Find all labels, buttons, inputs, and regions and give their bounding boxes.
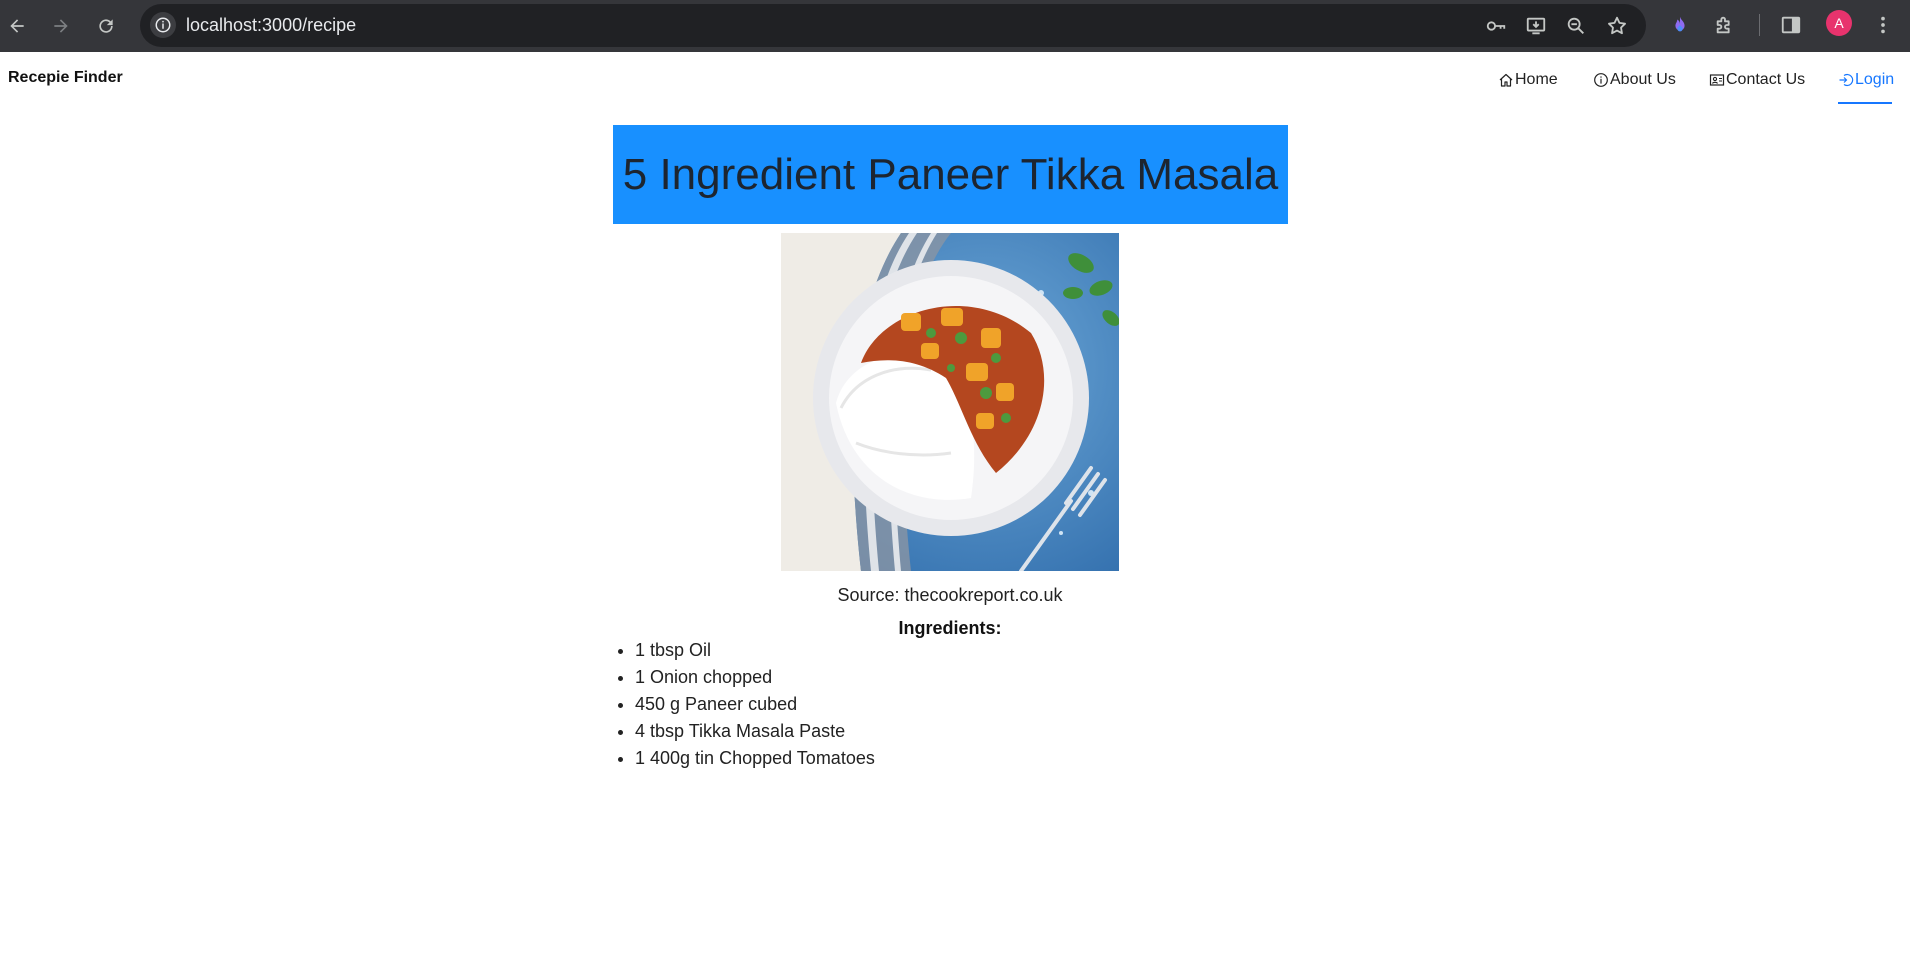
star-icon[interactable]	[1604, 13, 1630, 39]
nav-label-home: Home	[1515, 71, 1558, 88]
recipe-image	[781, 233, 1119, 571]
list-item: 1 400g tin Chopped Tomatoes	[635, 745, 875, 772]
side-panel-icon[interactable]	[1776, 10, 1806, 40]
ingredients-heading: Ingredients:	[898, 618, 1002, 638]
list-item: 450 g Paneer cubed	[635, 691, 875, 718]
nav-label-contact: Contact Us	[1726, 71, 1806, 88]
app-navbar: Recepie Finder Home About Us Contact Us …	[0, 52, 1910, 108]
brand-logo[interactable]: Recepie Finder	[8, 69, 123, 87]
toolbar-divider	[1759, 14, 1760, 36]
nav-item-home[interactable]: Home	[1498, 68, 1558, 92]
extension-flame-icon[interactable]	[1665, 10, 1695, 40]
address-bar[interactable]: localhost:3000/recipe	[140, 4, 1646, 47]
recipe-title-banner: 5 Ingredient Paneer Tikka Masala	[613, 125, 1288, 224]
login-icon	[1839, 73, 1854, 87]
active-tab-indicator	[1838, 102, 1892, 104]
install-app-icon[interactable]	[1523, 13, 1549, 39]
nav-item-login[interactable]: Login	[1838, 68, 1894, 92]
nav-label-login: Login	[1855, 71, 1895, 88]
contact-card-icon	[1709, 74, 1725, 86]
key-icon[interactable]	[1483, 13, 1509, 39]
reload-icon[interactable]	[89, 9, 123, 43]
extensions-puzzle-icon[interactable]	[1710, 10, 1740, 40]
back-icon[interactable]	[0, 9, 34, 43]
nav-item-about[interactable]: About Us	[1593, 68, 1676, 92]
list-item: 1 Onion chopped	[635, 664, 875, 691]
recipe-source: Source: thecookreport.co.uk	[837, 585, 1063, 605]
zoom-icon[interactable]	[1563, 13, 1589, 39]
list-item: 4 tbsp Tikka Masala Paste	[635, 718, 875, 745]
info-icon	[1594, 73, 1608, 87]
avatar[interactable]: A	[1826, 10, 1852, 36]
forward-icon[interactable]	[44, 9, 78, 43]
url-text[interactable]: localhost:3000/recipe	[186, 15, 356, 36]
ingredients-list: 1 tbsp Oil 1 Onion chopped 450 g Paneer …	[617, 637, 875, 772]
site-info-icon[interactable]	[150, 12, 176, 38]
menu-dots-icon[interactable]	[1868, 10, 1898, 40]
nav-item-contact[interactable]: Contact Us	[1709, 68, 1805, 92]
browser-toolbar: localhost:3000/recipe A	[0, 0, 1910, 52]
recipe-title: 5 Ingredient Paneer Tikka Masala	[622, 149, 1279, 199]
home-icon	[1499, 73, 1513, 87]
nav-label-about: About Us	[1610, 71, 1676, 88]
list-item: 1 tbsp Oil	[635, 637, 875, 664]
